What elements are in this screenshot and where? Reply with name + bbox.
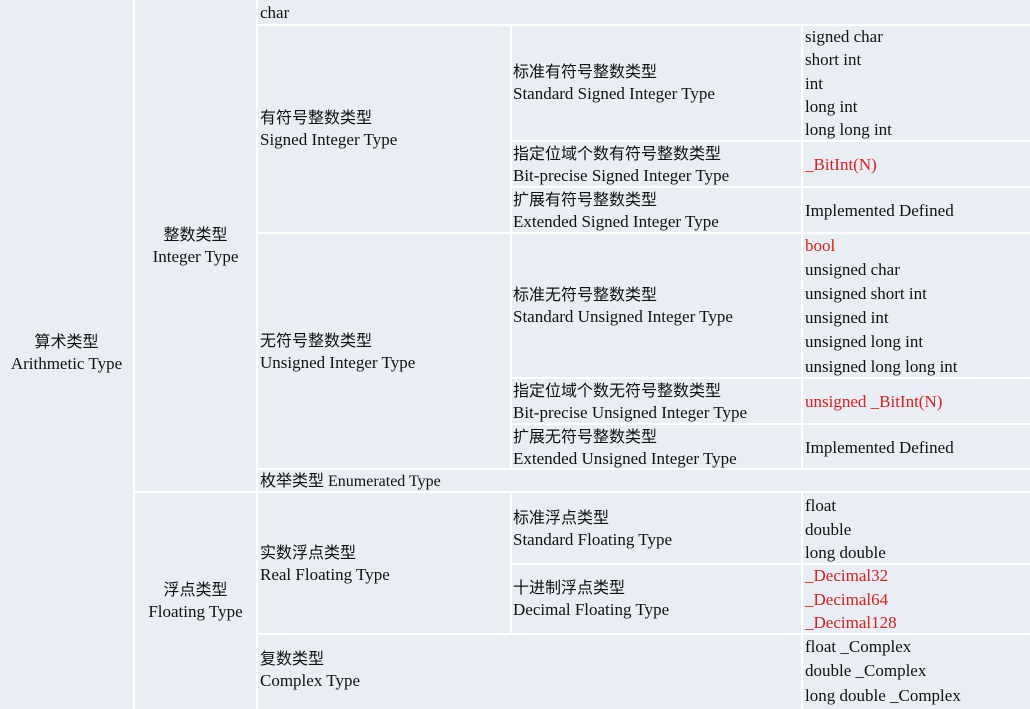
standard-floating-label: 标准浮点类型 Standard Floating Type	[513, 507, 672, 551]
label-en: Real Floating Type	[260, 565, 390, 584]
label-en: Standard Signed Integer Type	[513, 84, 715, 103]
leaf-unsigned-short-int: unsigned short int	[805, 284, 927, 303]
label-zh: 指定位域个数有符号整数类型	[513, 144, 722, 163]
label-zh: 整数类型	[163, 225, 228, 244]
leaf-short-int: short int	[805, 50, 862, 69]
label-zh: 扩展无符号整数类型	[513, 427, 658, 446]
leaf-long-double-complex: long double _Complex	[805, 686, 961, 705]
integer-type-label: 整数类型 Integer Type	[137, 224, 254, 268]
label-en: Signed Integer Type	[260, 130, 398, 149]
label-en: Complex Type	[260, 671, 361, 690]
bitprecise-unsigned-label: 指定位域个数无符号整数类型 Bit-precise Unsigned Integ…	[513, 380, 747, 424]
label-zh: 指定位域个数无符号整数类型	[513, 381, 722, 400]
leaf-double: double	[805, 520, 852, 539]
label-zh: 扩展有符号整数类型	[513, 190, 658, 209]
label-en: Standard Unsigned Integer Type	[513, 307, 733, 326]
label-zh: 标准浮点类型	[513, 508, 610, 527]
leaf-signed-char: signed char	[805, 27, 883, 46]
leaf-int: int	[805, 74, 823, 93]
leaf-long-int: long int	[805, 97, 858, 116]
standard-signed-label: 标准有符号整数类型 Standard Signed Integer Type	[513, 61, 715, 105]
leaf-decimal128: _Decimal128	[805, 613, 897, 632]
label-zh: 无符号整数类型	[260, 331, 373, 350]
label-zh: 浮点类型	[163, 580, 228, 599]
leaf-long-double: long double	[805, 543, 886, 562]
label-en: Standard Floating Type	[513, 530, 673, 549]
label-en: Arithmetic Type	[10, 354, 123, 373]
leaf-bitint: _BitInt(N)	[805, 155, 877, 174]
enumerated-type-label: 枚举类型 Enumerated Type	[260, 473, 441, 490]
extended-signed-label: 扩展有符号整数类型 Extended Signed Integer Type	[513, 189, 719, 233]
label-en: Floating Type	[148, 602, 243, 621]
label-en: Decimal Floating Type	[513, 600, 670, 619]
signed-integer-label: 有符号整数类型 Signed Integer Type	[260, 107, 397, 151]
standard-unsigned-label: 标准无符号整数类型 Standard Unsigned Integer Type	[513, 284, 733, 328]
leaf-bool: bool	[805, 236, 836, 255]
leaf-long-long-int: long long int	[805, 120, 892, 139]
leaf-float: float	[805, 496, 837, 515]
label-zh: 十进制浮点类型	[513, 578, 626, 597]
label-en: Bit-precise Unsigned Integer Type	[513, 403, 748, 422]
real-floating-label: 实数浮点类型 Real Floating Type	[260, 542, 390, 586]
label-zh: 有符号整数类型	[260, 108, 373, 127]
char-label: char	[260, 3, 290, 22]
label-en: Integer Type	[152, 247, 239, 266]
leaf-double-complex: double _Complex	[805, 661, 927, 680]
leaf-unsigned-char: unsigned char	[805, 260, 900, 279]
floating-type-label: 浮点类型 Floating Type	[137, 579, 254, 623]
leaf-unsigned-long-long-int: unsigned long long int	[805, 357, 958, 376]
leaf-implemented-defined-unsigned: Implemented Defined	[805, 438, 954, 457]
leaf-implemented-defined-signed: Implemented Defined	[805, 201, 954, 220]
arithmetic-type-label: 算术类型 Arithmetic Type	[4, 331, 129, 375]
leaf-decimal32: _Decimal32	[805, 566, 889, 585]
type-tree: 算术类型 Arithmetic Type 整数类型 Integer Type 浮…	[0, 0, 1030, 709]
extended-unsigned-label: 扩展无符号整数类型 Extended Unsigned Integer Type	[513, 426, 737, 470]
leaf-unsigned-long-int: unsigned long int	[805, 332, 924, 351]
leaf-unsigned-bitint: unsigned _BitInt(N)	[805, 392, 943, 411]
label-zh: 算术类型	[34, 332, 99, 351]
complex-type-label: 复数类型 Complex Type	[260, 648, 360, 692]
leaf-float-complex: float _Complex	[805, 637, 912, 656]
label-en: Extended Signed Integer Type	[513, 212, 719, 231]
leaf-unsigned-int: unsigned int	[805, 308, 889, 327]
label-zh: 标准无符号整数类型	[513, 285, 658, 304]
label-zh: 标准有符号整数类型	[513, 62, 658, 81]
label-zh: 实数浮点类型	[260, 543, 357, 562]
label-en: Bit-precise Signed Integer Type	[513, 166, 730, 185]
cell-char	[258, 0, 1030, 24]
unsigned-integer-label: 无符号整数类型 Unsigned Integer Type	[260, 330, 415, 374]
bitprecise-signed-label: 指定位域个数有符号整数类型 Bit-precise Signed Integer…	[513, 143, 729, 187]
label-en: Extended Unsigned Integer Type	[513, 449, 737, 468]
decimal-floating-label: 十进制浮点类型 Decimal Floating Type	[513, 577, 669, 621]
label-en: Unsigned Integer Type	[260, 353, 416, 372]
leaf-decimal64: _Decimal64	[805, 590, 889, 609]
label-zh: 复数类型	[260, 649, 325, 668]
